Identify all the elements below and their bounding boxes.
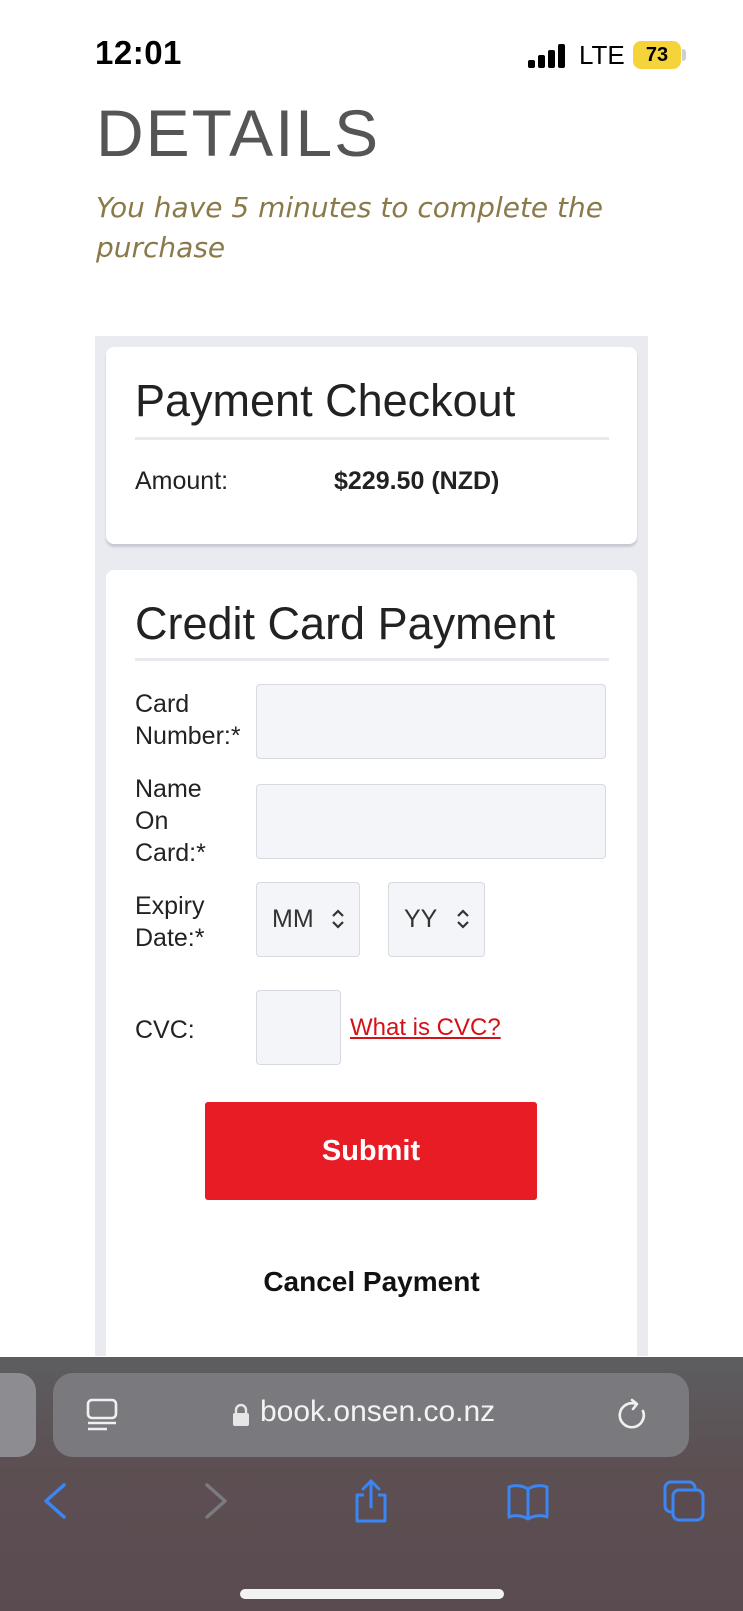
battery-tip xyxy=(682,49,686,61)
checkout-divider xyxy=(135,437,609,440)
share-icon[interactable] xyxy=(349,1479,393,1523)
network-type: LTE xyxy=(579,40,625,70)
status-time: 12:01 xyxy=(95,34,182,71)
chevron-up-down-icon xyxy=(332,909,344,929)
credit-card-payment-card: Credit Card Payment Card Number:* Name O… xyxy=(106,570,637,1370)
expiry-month-value: MM xyxy=(272,905,314,933)
expiry-year-select[interactable]: YY xyxy=(388,882,485,957)
bookmarks-icon[interactable] xyxy=(506,1479,550,1523)
battery-icon: 73 xyxy=(633,41,681,69)
browser-toolbar: book.onsen.co.nz xyxy=(0,1357,743,1611)
status-bar: 12:01 LTE 73 xyxy=(0,0,743,100)
tabs-icon[interactable] xyxy=(662,1479,706,1523)
payment-checkout-card: Payment Checkout Amount: $229.50 (NZD) xyxy=(106,347,637,544)
lock-icon xyxy=(233,1403,249,1426)
submit-button[interactable]: Submit xyxy=(205,1102,537,1200)
signal-strength-icon xyxy=(528,44,566,68)
expiry-month-select[interactable]: MM xyxy=(256,882,360,957)
cvc-input[interactable] xyxy=(256,990,341,1065)
what-is-cvc-link[interactable]: What is CVC? xyxy=(350,1014,501,1042)
reader-icon[interactable] xyxy=(85,1397,119,1433)
timer-note: You have 5 minutes to complete the purch… xyxy=(96,191,604,264)
name-on-card-label: Name On Card:* xyxy=(135,775,206,867)
back-icon[interactable] xyxy=(34,1479,78,1523)
card-number-input[interactable] xyxy=(256,684,606,759)
chevron-up-down-icon xyxy=(457,909,469,929)
credit-card-title: Credit Card Payment xyxy=(135,598,556,649)
expiry-date-label: Expiry Date:* xyxy=(135,892,205,952)
cancel-payment-button[interactable]: Cancel Payment xyxy=(106,1266,637,1298)
checkout-title: Payment Checkout xyxy=(135,375,516,426)
credit-card-divider xyxy=(135,658,609,661)
name-on-card-input[interactable] xyxy=(256,784,606,859)
page-heading: DETAILS xyxy=(96,96,381,170)
amount-label: Amount: xyxy=(135,467,229,495)
previous-tab-preview[interactable] xyxy=(0,1373,36,1457)
cvc-label: CVC: xyxy=(135,1016,195,1044)
address-bar[interactable]: book.onsen.co.nz xyxy=(53,1373,689,1457)
amount-value: $229.50 (NZD) xyxy=(334,467,500,495)
expiry-year-value: YY xyxy=(404,905,438,933)
card-number-label: Card Number:* xyxy=(135,690,241,750)
forward-icon[interactable] xyxy=(193,1479,237,1523)
url-text: book.onsen.co.nz xyxy=(260,1395,496,1428)
reload-icon[interactable] xyxy=(615,1397,651,1433)
home-indicator xyxy=(240,1589,504,1599)
payment-panel: Payment Checkout Amount: $229.50 (NZD) C… xyxy=(95,336,648,1370)
